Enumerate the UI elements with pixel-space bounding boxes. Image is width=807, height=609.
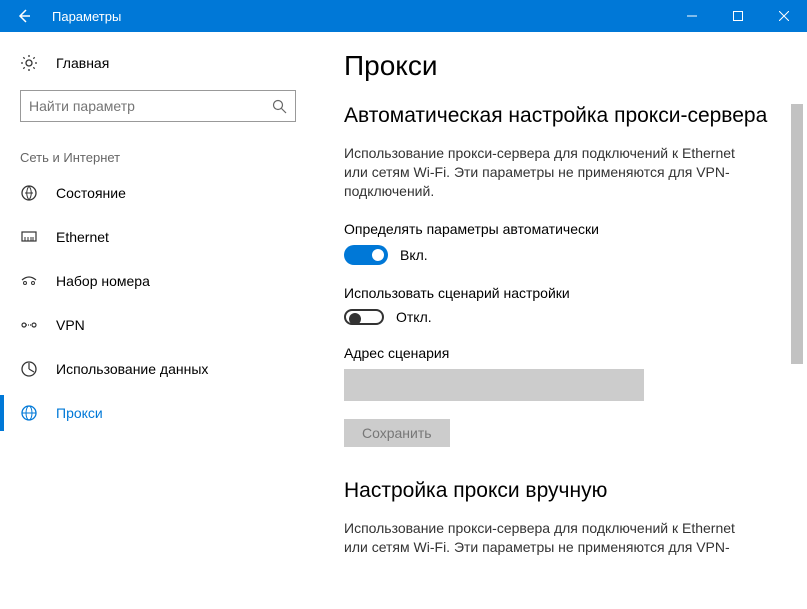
sidebar-item-label: Состояние xyxy=(56,185,126,201)
sidebar-home-label: Главная xyxy=(56,55,109,71)
maximize-button[interactable] xyxy=(715,0,761,32)
sidebar: Главная Сеть и Интернет Состояние Ethern… xyxy=(0,32,320,609)
script-toggle-state: Откл. xyxy=(396,309,432,325)
globe-icon xyxy=(20,404,38,422)
script-toggle[interactable] xyxy=(344,309,384,325)
window-title: Параметры xyxy=(48,9,121,24)
sidebar-item-label: Набор номера xyxy=(56,273,150,289)
main-content: Прокси Автоматическая настройка прокси-с… xyxy=(320,32,807,609)
window-controls xyxy=(669,0,807,32)
save-button: Сохранить xyxy=(344,419,450,447)
page-title: Прокси xyxy=(344,50,783,82)
sidebar-item-vpn[interactable]: VPN xyxy=(0,303,320,347)
detect-toggle-state: Вкл. xyxy=(400,247,428,263)
sidebar-item-proxy[interactable]: Прокси xyxy=(0,391,320,435)
auto-description: Использование прокси-сервера для подключ… xyxy=(344,144,744,201)
close-button[interactable] xyxy=(761,0,807,32)
sidebar-item-label: Ethernet xyxy=(56,229,109,245)
search-icon xyxy=(272,99,287,114)
minimize-button[interactable] xyxy=(669,0,715,32)
manual-heading: Настройка прокси вручную xyxy=(344,479,783,503)
minimize-icon xyxy=(687,11,697,21)
gear-icon xyxy=(20,54,38,72)
maximize-icon xyxy=(733,11,743,21)
search-input[interactable] xyxy=(29,98,272,114)
detect-toggle[interactable] xyxy=(344,245,388,265)
close-icon xyxy=(779,11,789,21)
data-usage-icon xyxy=(20,360,38,378)
sidebar-item-datausage[interactable]: Использование данных xyxy=(0,347,320,391)
sidebar-item-dialup[interactable]: Набор номера xyxy=(0,259,320,303)
sidebar-item-label: Использование данных xyxy=(56,361,208,377)
back-button[interactable] xyxy=(0,0,48,32)
script-address-label: Адрес сценария xyxy=(344,345,783,361)
ethernet-icon xyxy=(20,228,38,246)
script-address-input xyxy=(344,369,644,401)
manual-description: Использование прокси-сервера для подключ… xyxy=(344,519,744,557)
sidebar-home[interactable]: Главная xyxy=(0,46,320,80)
detect-label: Определять параметры автоматически xyxy=(344,221,783,237)
sidebar-item-label: VPN xyxy=(56,317,85,333)
scrollbar-thumb[interactable] xyxy=(791,104,803,364)
sidebar-item-ethernet[interactable]: Ethernet xyxy=(0,215,320,259)
sidebar-item-label: Прокси xyxy=(56,405,103,421)
dialup-icon xyxy=(20,272,38,290)
sidebar-category: Сеть и Интернет xyxy=(0,122,320,171)
vpn-icon xyxy=(20,316,38,334)
back-arrow-icon xyxy=(16,8,32,24)
sidebar-item-status[interactable]: Состояние xyxy=(0,171,320,215)
search-box[interactable] xyxy=(20,90,296,122)
auto-heading: Автоматическая настройка прокси-сервера xyxy=(344,104,783,128)
titlebar: Параметры xyxy=(0,0,807,32)
script-label: Использовать сценарий настройки xyxy=(344,285,783,301)
status-icon xyxy=(20,184,38,202)
